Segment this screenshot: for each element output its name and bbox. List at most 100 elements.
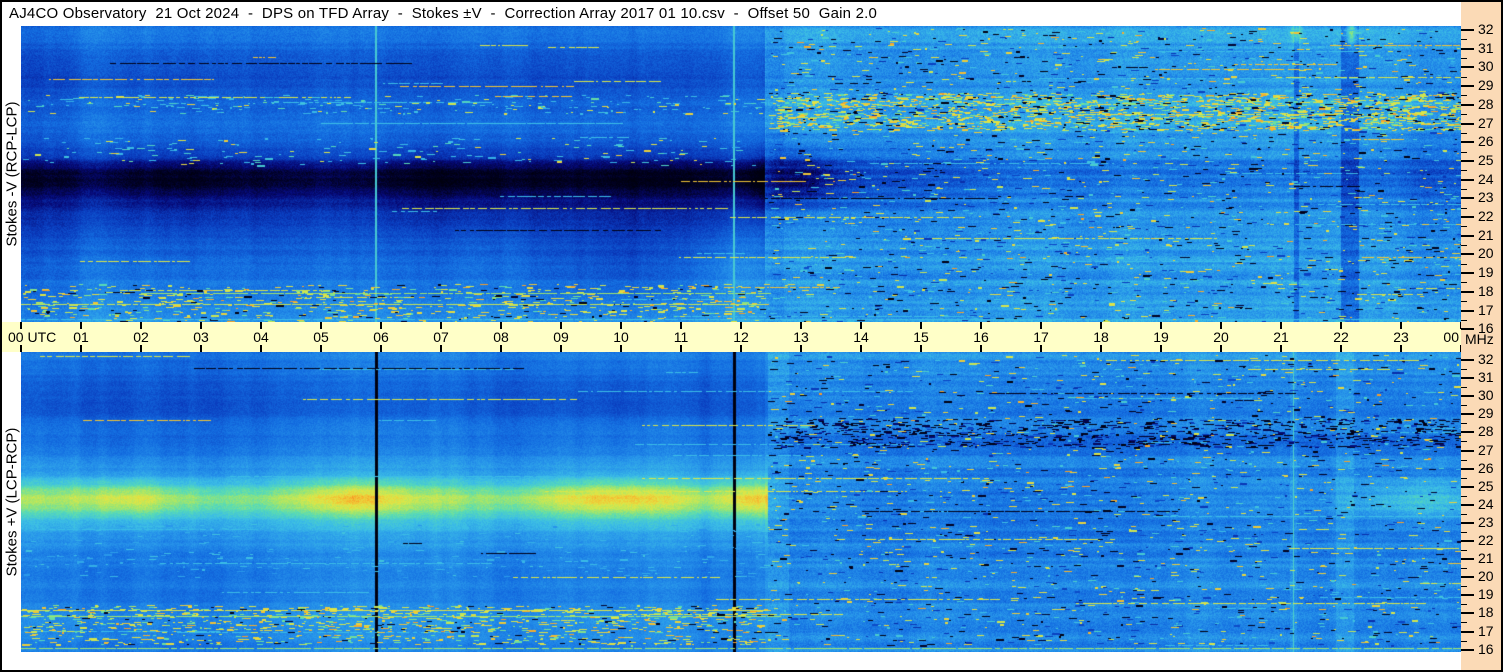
freq-tick-label: 18	[1478, 604, 1494, 621]
time-tick	[860, 345, 862, 352]
freq-minor-tick	[1461, 263, 1467, 265]
time-tick	[380, 345, 382, 352]
time-tick	[1340, 322, 1342, 329]
time-tick	[200, 345, 202, 352]
freq-major-tick	[1461, 630, 1474, 633]
time-tick	[260, 345, 262, 352]
time-tick	[440, 322, 442, 329]
time-tick	[620, 345, 622, 352]
freq-major-tick	[1461, 29, 1474, 31]
freq-major-tick	[1461, 395, 1474, 398]
freq-minor-tick	[1461, 550, 1467, 552]
time-label: 05	[313, 329, 329, 345]
freq-tick-label: 16	[1478, 640, 1494, 657]
freq-tick-label: 19	[1478, 264, 1494, 281]
title-bar: AJ4CO Observatory 21 Oct 2024 - DPS on T…	[2, 2, 1461, 26]
time-label: 09	[553, 329, 569, 345]
freq-tick-label: 24	[1478, 495, 1494, 512]
freq-major-tick	[1461, 141, 1474, 144]
time-tick	[1400, 322, 1402, 329]
time-tick	[200, 322, 202, 329]
freq-major-tick	[1461, 503, 1474, 506]
freq-major-tick	[1461, 103, 1474, 106]
time-label: 13	[793, 329, 809, 345]
freq-tick-label: 23	[1478, 513, 1494, 530]
time-label: 07	[433, 329, 449, 345]
time-tick	[440, 345, 442, 352]
freq-tick-label: 32	[1478, 21, 1494, 37]
freq-major-tick	[1461, 558, 1474, 561]
time-label: 19	[1153, 329, 1169, 345]
time-tick	[20, 345, 22, 352]
time-tick	[1040, 345, 1042, 352]
time-label: 14	[853, 329, 869, 345]
freq-tick-label: 32	[1478, 351, 1494, 367]
freq-major-tick	[1461, 197, 1474, 200]
time-label: 18	[1093, 329, 1109, 345]
time-tick	[920, 345, 922, 352]
time-label: 08	[493, 329, 509, 345]
freq-minor-tick	[1461, 604, 1467, 606]
time-tick	[1400, 345, 1402, 352]
freq-minor-tick	[1461, 531, 1467, 533]
freq-major-tick	[1461, 413, 1474, 416]
time-label: 04	[253, 329, 269, 345]
freq-major-tick	[1461, 377, 1474, 380]
freq-minor-tick	[1461, 568, 1467, 570]
time-label: 22	[1333, 329, 1349, 345]
freq-minor-tick	[1461, 207, 1467, 209]
time-tick	[980, 322, 982, 329]
time-tick	[1280, 322, 1282, 329]
freq-tick-label: 22	[1478, 532, 1494, 548]
freq-tick-label: 25	[1478, 477, 1494, 494]
time-label: 06	[373, 329, 389, 345]
top-panel-ylabel: Stokes -V (RCP-LCP)	[3, 101, 21, 247]
freq-major-tick	[1461, 467, 1474, 470]
freq-major-tick	[1461, 612, 1474, 615]
time-tick	[1160, 322, 1162, 329]
freq-major-tick	[1461, 234, 1474, 237]
time-label: 12	[733, 329, 749, 345]
time-label: 15	[913, 329, 929, 345]
time-label: 20	[1213, 329, 1229, 345]
freq-minor-tick	[1461, 282, 1467, 284]
freq-minor-tick	[1461, 58, 1467, 60]
freq-minor-tick	[1461, 477, 1467, 479]
time-tick	[500, 322, 502, 329]
freq-major-tick	[1461, 47, 1474, 50]
freq-tick-label: 31	[1478, 39, 1494, 56]
freq-major-tick	[1461, 253, 1474, 256]
freq-tick-label: 27	[1478, 114, 1494, 131]
freq-tick-label: 29	[1478, 77, 1494, 94]
time-tick	[680, 322, 682, 329]
time-tick	[620, 322, 622, 329]
time-tick	[980, 345, 982, 352]
time-tick	[140, 345, 142, 352]
freq-minor-tick	[1461, 151, 1467, 153]
title-text: AJ4CO Observatory 21 Oct 2024 - DPS on T…	[9, 5, 878, 22]
freq-minor-tick	[1461, 39, 1467, 41]
freq-major-tick	[1461, 178, 1474, 181]
freq-minor-tick	[1461, 245, 1467, 247]
freq-minor-tick	[1461, 226, 1467, 228]
freq-tick-label: 21	[1478, 226, 1494, 243]
freq-major-tick	[1461, 594, 1474, 597]
time-tick	[560, 322, 562, 329]
freq-minor-tick	[1461, 132, 1467, 134]
freq-major-tick	[1461, 485, 1474, 488]
freq-tick-label: 26	[1478, 459, 1494, 476]
freq-minor-tick	[1461, 423, 1467, 425]
time-tick	[740, 345, 742, 352]
freq-tick-label: 24	[1478, 170, 1494, 187]
time-label: 11	[673, 329, 689, 345]
time-label: 10	[613, 329, 629, 345]
freq-minor-tick	[1461, 441, 1467, 443]
time-tick	[500, 345, 502, 352]
freq-minor-tick	[1461, 76, 1467, 78]
time-tick	[320, 322, 322, 329]
time-tick	[740, 322, 742, 329]
freq-tick-label: 22	[1478, 208, 1494, 224]
time-tick	[800, 345, 802, 352]
time-label: 17	[1033, 329, 1049, 345]
time-tick	[260, 322, 262, 329]
